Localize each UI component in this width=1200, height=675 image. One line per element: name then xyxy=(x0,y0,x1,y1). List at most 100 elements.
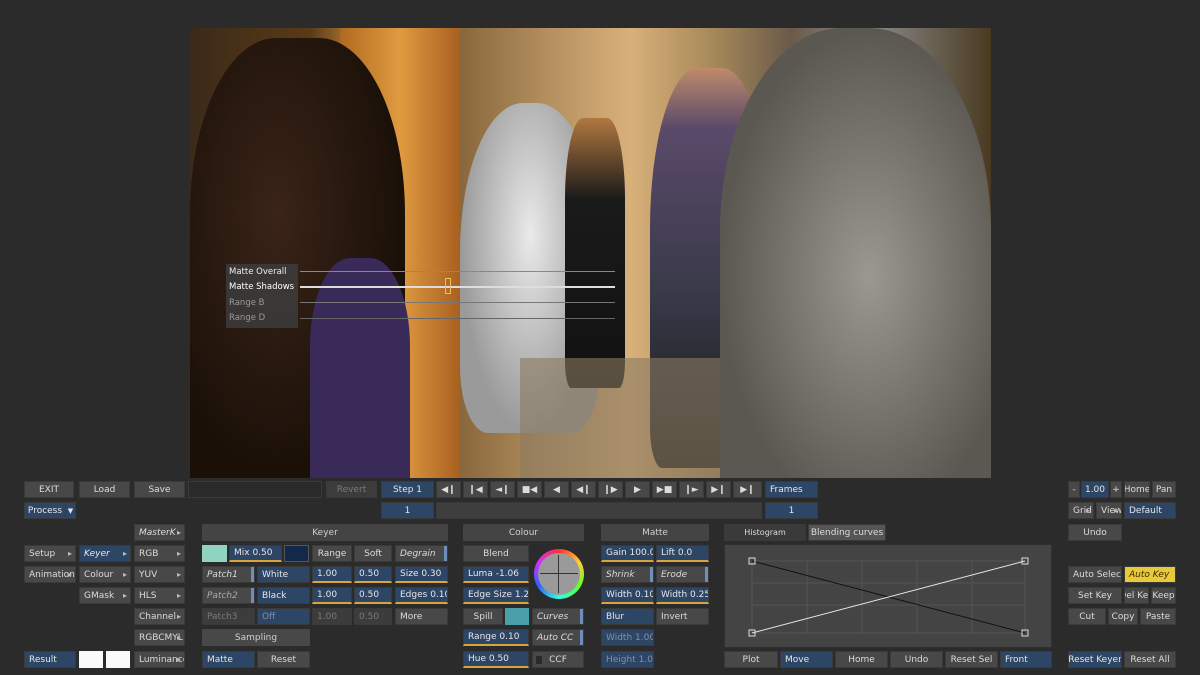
reset-sel-button[interactable]: Reset Sel xyxy=(945,651,998,668)
erode-button[interactable]: Erode xyxy=(656,566,709,583)
auto-cc-button[interactable]: Auto CC xyxy=(532,629,584,646)
load-button[interactable]: Load xyxy=(79,481,130,498)
luma-field[interactable]: Luma -1.06 xyxy=(463,566,529,583)
move-button[interactable]: Move xyxy=(780,651,833,668)
gain-field[interactable]: Gain 100.0 xyxy=(601,545,654,562)
next-key-button[interactable]: ▶❙ xyxy=(706,481,731,498)
del-key-button[interactable]: Del Key xyxy=(1124,587,1149,604)
blending-curves-graph[interactable] xyxy=(724,544,1052,648)
current-frame-field[interactable]: 1 xyxy=(381,502,434,519)
go-to-end-button[interactable]: ▶❙ xyxy=(733,481,762,498)
overlay-handle[interactable] xyxy=(445,278,451,294)
timeline-scrubber[interactable] xyxy=(436,502,762,519)
curves-button[interactable]: Curves xyxy=(532,608,584,625)
overlay-range-b[interactable]: Range B xyxy=(226,295,298,310)
curves-undo-button[interactable]: Undo xyxy=(890,651,943,668)
process-button[interactable]: Process xyxy=(24,502,66,519)
view-home-button[interactable]: Home xyxy=(1124,481,1150,498)
paste-button[interactable]: Paste xyxy=(1140,608,1176,625)
pan-button[interactable]: Pan xyxy=(1152,481,1176,498)
filename-field[interactable] xyxy=(188,481,322,498)
colour-tab[interactable]: Colour xyxy=(79,566,131,583)
plot-button[interactable]: Plot xyxy=(724,651,778,668)
rewind-button[interactable]: ■◀ xyxy=(517,481,542,498)
frames-count-field[interactable]: 1 xyxy=(765,502,818,519)
height-field[interactable]: Height 1.00 xyxy=(601,651,654,668)
default-view-button[interactable]: Default xyxy=(1124,502,1176,519)
prev-mark-button[interactable]: ◄❙ xyxy=(490,481,515,498)
auto-key-button[interactable]: Auto Key xyxy=(1124,566,1176,583)
matte-button[interactable]: Matte xyxy=(202,651,255,668)
front-button[interactable]: Front xyxy=(1000,651,1052,668)
range-button[interactable]: Range xyxy=(312,545,352,562)
luminance-button[interactable]: Luminance xyxy=(134,651,185,668)
overlay-matte-overall[interactable]: Matte Overall xyxy=(226,264,298,279)
mix-field[interactable]: Mix 0.50 xyxy=(229,545,282,562)
blend-button[interactable]: Blend xyxy=(463,545,529,562)
prev-key-button[interactable]: ❙◀ xyxy=(463,481,488,498)
overlay-matte-shadows[interactable]: Matte Shadows xyxy=(226,279,298,294)
tab-histogram[interactable]: Histogram xyxy=(724,524,806,541)
image-viewer[interactable]: Matte Overall Matte Shadows Range B Rang… xyxy=(190,28,991,478)
size-field[interactable]: Size 0.30 xyxy=(395,566,448,583)
setup-button[interactable]: Setup xyxy=(24,545,76,562)
black-button[interactable]: Black xyxy=(257,587,310,604)
zoom-field[interactable]: 1.00 xyxy=(1081,481,1109,498)
revert-button[interactable]: Revert xyxy=(326,481,377,498)
grid-button[interactable]: Grid xyxy=(1068,502,1094,519)
result-button[interactable]: Result xyxy=(24,651,76,668)
play-reverse-button[interactable]: ◀ xyxy=(544,481,569,498)
curves-svg[interactable] xyxy=(725,545,1053,649)
shrink-button[interactable]: Shrink xyxy=(601,566,654,583)
process-dropdown[interactable]: ▼ xyxy=(65,502,76,519)
key-colour-swatch[interactable] xyxy=(202,545,227,562)
range-field[interactable]: Range 0.10 xyxy=(463,629,529,646)
zoom-minus-button[interactable]: - xyxy=(1068,481,1080,498)
white-button[interactable]: White xyxy=(257,566,310,583)
view-button[interactable]: View xyxy=(1096,502,1122,519)
invert-button[interactable]: Invert xyxy=(656,608,709,625)
step-forward-button[interactable]: ❙▶ xyxy=(598,481,623,498)
channel-button[interactable]: Channel xyxy=(134,608,185,625)
go-to-start-button[interactable]: ◀❙ xyxy=(436,481,461,498)
patch3-button[interactable]: Patch3 xyxy=(202,608,255,625)
play-button[interactable]: ▶ xyxy=(625,481,650,498)
overlay-slider-2[interactable] xyxy=(300,286,615,288)
auto-select-button[interactable]: Auto Select xyxy=(1068,566,1122,583)
zoom-plus-button[interactable]: + xyxy=(1110,481,1122,498)
width-field-2[interactable]: Width 0.25 xyxy=(656,587,709,604)
overlay-range-d[interactable]: Range D xyxy=(226,310,298,325)
copy-button[interactable]: Copy xyxy=(1108,608,1138,625)
rgbcmyl-button[interactable]: RGBCMYL xyxy=(134,629,185,646)
spill-swatch[interactable] xyxy=(505,608,529,625)
reset-keyer-button[interactable]: Reset Keyer xyxy=(1068,651,1122,668)
rgb-button[interactable]: RGB xyxy=(134,545,185,562)
step-back-button[interactable]: ◀❙ xyxy=(571,481,596,498)
step-button[interactable]: Step 1 xyxy=(381,481,434,498)
hls-button[interactable]: HLS xyxy=(134,587,185,604)
soft-button[interactable]: Soft xyxy=(354,545,392,562)
spill-button[interactable]: Spill xyxy=(463,608,503,625)
next-mark-button[interactable]: ❙► xyxy=(679,481,704,498)
degrain-button[interactable]: Degrain xyxy=(395,545,448,562)
keep-button[interactable]: Keep xyxy=(1151,587,1176,604)
overlay-slider-1[interactable] xyxy=(300,271,615,272)
set-key-button[interactable]: Set Key xyxy=(1068,587,1122,604)
more-button[interactable]: More xyxy=(395,608,448,625)
overlay-slider-4[interactable] xyxy=(300,318,615,319)
curves-home-button[interactable]: Home xyxy=(835,651,888,668)
width-field-1[interactable]: Width 0.10 xyxy=(601,587,654,604)
undo-button[interactable]: Undo xyxy=(1068,524,1122,541)
off-value-2[interactable]: 0.50 xyxy=(354,608,392,625)
off-button[interactable]: Off xyxy=(257,608,310,625)
blur-button[interactable]: Blur xyxy=(601,608,654,625)
patch1-button[interactable]: Patch1 xyxy=(202,566,255,583)
masterk-button[interactable]: MasterK xyxy=(134,524,185,541)
black-value-2[interactable]: 0.50 xyxy=(354,587,392,604)
animation-button[interactable]: Animation xyxy=(24,566,76,583)
reset-sampling-button[interactable]: Reset xyxy=(257,651,310,668)
white-value-2[interactable]: 0.50 xyxy=(354,566,392,583)
result-swatch-2[interactable] xyxy=(106,651,130,668)
black-value-1[interactable]: 1.00 xyxy=(312,587,352,604)
off-value-1[interactable]: 1.00 xyxy=(312,608,352,625)
